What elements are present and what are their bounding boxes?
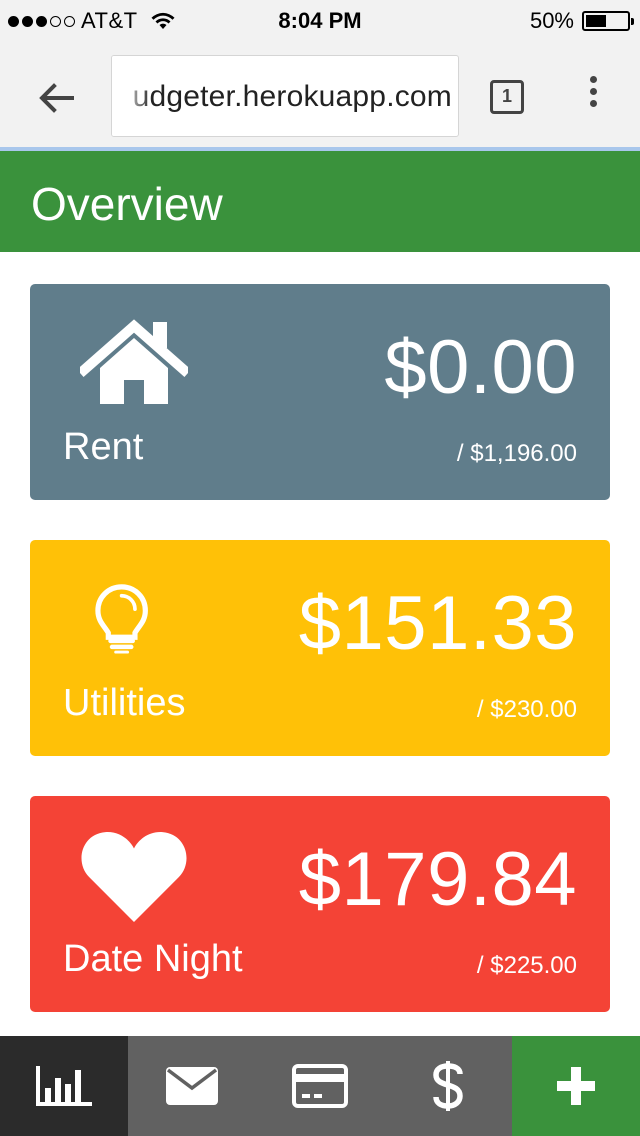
- budget-label: Date Night: [63, 938, 243, 980]
- lightbulb-icon: [95, 584, 148, 654]
- page-title: Overview: [31, 178, 223, 230]
- status-right: 50%: [529, 8, 634, 34]
- address-bar[interactable]: udgeter.herokuapp.com: [111, 55, 459, 137]
- status-bar: AT&T 8:04 PM 50%: [0, 0, 640, 40]
- bar-chart-icon: [36, 1066, 92, 1106]
- envelope-icon: [166, 1067, 218, 1105]
- plus-icon: [557, 1067, 595, 1105]
- nav-transactions[interactable]: [256, 1036, 384, 1136]
- credit-card-icon: [292, 1064, 348, 1108]
- url-fade: [112, 56, 152, 136]
- budget-card-rent[interactable]: $0.00 Rent / $1,196.00: [30, 284, 610, 500]
- browser-toolbar: udgeter.herokuapp.com 1: [0, 40, 640, 148]
- arrow-left-icon[interactable]: [34, 76, 78, 120]
- bottom-nav: [0, 1036, 640, 1136]
- battery-percent: 50%: [529, 8, 574, 33]
- budget-limit: / $230.00: [476, 696, 577, 723]
- budget-card-utilities[interactable]: $151.33 Utilities / $230.00: [30, 540, 610, 756]
- nav-add[interactable]: [512, 1036, 640, 1136]
- budget-spent: $179.84: [298, 837, 577, 922]
- budget-label: Rent: [63, 426, 144, 468]
- house-icon: [80, 319, 188, 404]
- nav-income[interactable]: [384, 1036, 512, 1136]
- battery-icon: [582, 11, 634, 31]
- budget-limit: / $225.00: [476, 952, 577, 979]
- nav-overview[interactable]: [0, 1036, 128, 1136]
- app-header: Overview: [0, 151, 640, 252]
- heart-icon: [81, 832, 187, 922]
- tabs-count-icon[interactable]: 1: [490, 80, 524, 114]
- budget-spent: $151.33: [298, 581, 577, 666]
- budget-label: Utilities: [63, 682, 186, 724]
- budget-card-date-night[interactable]: $179.84 Date Night / $225.00: [30, 796, 610, 1012]
- more-vertical-icon[interactable]: [578, 76, 608, 116]
- url-text: udgeter.herokuapp.com: [132, 80, 452, 113]
- budget-limit: / $1,196.00: [456, 440, 577, 467]
- budget-spent: $0.00: [384, 325, 577, 410]
- nav-envelopes[interactable]: [128, 1036, 256, 1136]
- dollar-icon: [433, 1061, 463, 1111]
